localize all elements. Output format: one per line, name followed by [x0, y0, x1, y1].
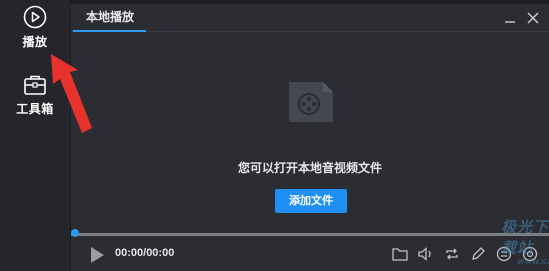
play-circle-icon — [23, 5, 47, 29]
empty-state: 您可以打开本地音视频文件 添加文件 — [71, 32, 549, 233]
tab-label: 本地播放 — [85, 10, 134, 24]
pen-icon[interactable] — [469, 245, 487, 263]
add-file-button[interactable]: 添加文件 — [275, 189, 347, 213]
tab-bar: 本地播放 — [71, 4, 549, 32]
folder-icon[interactable] — [391, 245, 409, 263]
sidebar-item-label: 工具箱 — [16, 102, 54, 116]
sidebar-item-play[interactable]: 播放 — [0, 3, 70, 50]
app-window: 播放 工具箱 本地播放 您可以打开本地音视频文件 添加文件 00:00/00:0… — [0, 0, 549, 271]
close-icon[interactable] — [525, 10, 541, 26]
empty-hint-text: 您可以打开本地音视频文件 — [237, 161, 382, 175]
minimize-icon[interactable] — [502, 10, 518, 26]
video-file-icon — [289, 82, 333, 122]
toolbox-icon — [24, 75, 46, 95]
watermark-url: www.xz7.com — [517, 257, 549, 267]
progress-knob[interactable] — [71, 229, 79, 237]
sidebar-item-label: 播放 — [22, 35, 48, 49]
watermark-logo-text: 极光下载站 — [501, 219, 549, 257]
repeat-icon[interactable] — [443, 245, 461, 263]
player-controls: 00:00/00:00 — [71, 238, 549, 271]
tab-local-play[interactable]: 本地播放 — [71, 4, 149, 32]
volume-icon[interactable] — [417, 245, 435, 263]
time-display: 00:00/00:00 — [115, 247, 175, 259]
sidebar-item-toolbox[interactable]: 工具箱 — [0, 72, 70, 117]
progress-bar[interactable] — [71, 233, 549, 236]
sidebar: 播放 工具箱 — [0, 0, 70, 271]
main-panel: 本地播放 您可以打开本地音视频文件 添加文件 00:00/00:00 极光下载站… — [71, 4, 549, 271]
play-icon[interactable] — [88, 245, 106, 265]
